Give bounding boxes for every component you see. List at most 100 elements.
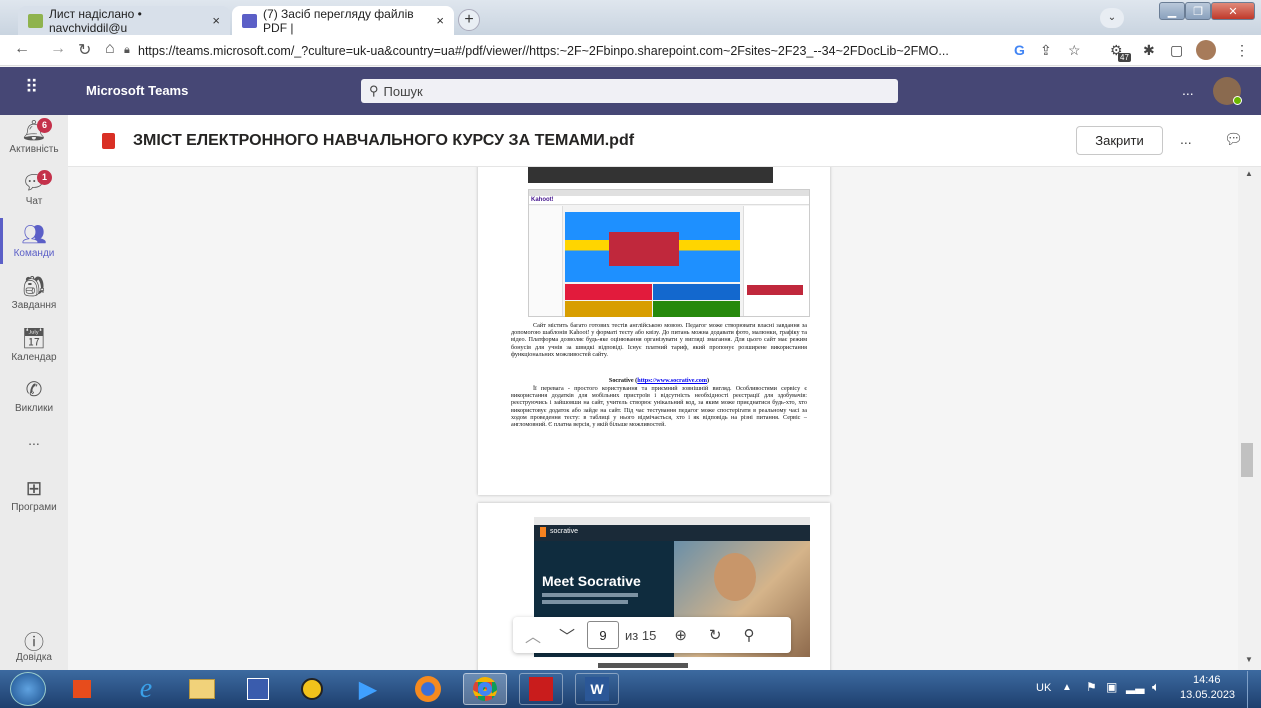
- window-close-button[interactable]: ✕: [1211, 2, 1255, 20]
- teams-favicon-icon: [242, 13, 258, 28]
- bell-icon: 🔔︎: [21, 120, 47, 142]
- conversation-icon[interactable]: 💬︎: [1224, 130, 1243, 148]
- presence-available-icon: [1233, 96, 1242, 105]
- pdf-viewer[interactable]: Kahoot! Сайт містить багато готових тест…: [68, 167, 1238, 670]
- google-translate-icon[interactable]: G: [1014, 42, 1025, 58]
- calendar-icon: 📅︎: [21, 328, 47, 350]
- sidebar-item-teams[interactable]: 👥︎ Команди: [0, 222, 68, 259]
- pdf-page: Kahoot! Сайт містить багато готових тест…: [478, 167, 830, 495]
- pdf-file-icon: [102, 133, 115, 149]
- socrative-paragraph: Її перевага - простого користування та п…: [511, 385, 807, 429]
- forward-icon[interactable]: →: [50, 40, 66, 58]
- scroll-up-icon[interactable]: ▲: [1245, 169, 1253, 178]
- sidebar-item-more[interactable]: ...: [0, 432, 68, 448]
- lock-icon: 🔒︎: [124, 44, 130, 56]
- back-icon[interactable]: ←: [14, 40, 30, 58]
- sidebar-item-activity[interactable]: 🔔︎ 6 Активність: [0, 118, 68, 155]
- socrative-hero-title: Meet Socrative: [542, 573, 641, 589]
- show-desktop-button[interactable]: [1247, 671, 1261, 708]
- url-text[interactable]: https://teams.microsoft.com/_?culture=uk…: [138, 44, 998, 58]
- socrative-heading: Socrative (https://www.socrative.com): [511, 377, 807, 384]
- extension-badge: 47: [1118, 53, 1131, 62]
- document-more-icon[interactable]: ...: [1180, 131, 1192, 147]
- minimize-button[interactable]: ▁: [1159, 2, 1185, 20]
- network-icon[interactable]: ▂▃: [1126, 680, 1144, 694]
- reload-icon[interactable]: ↻: [78, 40, 91, 60]
- taskbar-word-icon[interactable]: W: [575, 673, 619, 705]
- taskbar-firefox-icon[interactable]: [406, 673, 450, 705]
- taskbar-ie-icon[interactable]: e: [124, 673, 168, 705]
- search-placeholder: Пошук: [383, 83, 423, 99]
- show-hidden-icons-icon[interactable]: ▲: [1062, 682, 1072, 693]
- sidebar-item-label: Виклики: [14, 403, 54, 414]
- sidebar-item-label: Чат: [25, 196, 43, 207]
- new-tab-button[interactable]: +: [458, 9, 480, 31]
- page-count: из 15: [625, 627, 657, 643]
- tab-label: Лист надіслано • navchviddil@u: [48, 6, 142, 35]
- kahoot-paragraph: Сайт містить багато готових тестів англі…: [511, 322, 807, 358]
- side-panel-icon[interactable]: ▢: [1170, 42, 1183, 59]
- close-tab-icon[interactable]: ×: [212, 13, 220, 28]
- sidebar-item-assignments[interactable]: 🎒︎ Завдання: [0, 274, 68, 311]
- taskbar-acrobat-icon[interactable]: [519, 673, 563, 705]
- sidebar-item-label: Програми: [11, 502, 57, 513]
- maximize-button[interactable]: ❐: [1185, 2, 1211, 20]
- search-document-icon[interactable]: ⚲: [743, 626, 754, 644]
- sidebar-item-calls[interactable]: ✆ Виклики: [0, 377, 68, 414]
- next-page-icon[interactable]: ﹀: [559, 623, 575, 647]
- sidebar-item-label: Активність: [9, 144, 59, 155]
- extensions-puzzle-icon[interactable]: ✱: [1143, 42, 1155, 59]
- sidebar-item-label: Календар: [11, 352, 57, 363]
- browser-tab-teams[interactable]: (7) Засіб перегляду файлів PDF | ×: [232, 6, 454, 35]
- scroll-down-icon[interactable]: ▼: [1245, 655, 1253, 664]
- rotate-icon[interactable]: ↻: [709, 626, 722, 644]
- bookmark-star-icon[interactable]: ☆: [1068, 42, 1081, 59]
- clock-date[interactable]: 13.05.2023: [1180, 689, 1235, 701]
- kahoot-screenshot-image: Kahoot!: [528, 189, 810, 317]
- page-number-input[interactable]: 9: [587, 621, 620, 649]
- sidebar-item-help[interactable]: ⓘ Довідка: [0, 626, 68, 663]
- more-options-icon[interactable]: ...: [1182, 82, 1194, 98]
- sidebar-item-apps[interactable]: ⊞ Програми: [0, 476, 68, 513]
- scrollbar-thumb[interactable]: [1241, 443, 1253, 477]
- language-indicator[interactable]: UK: [1036, 682, 1051, 694]
- screenshot-image: [528, 167, 773, 183]
- close-document-button[interactable]: Закрити: [1076, 126, 1163, 155]
- app-launcher-icon[interactable]: ⠿: [25, 77, 38, 98]
- help-icon: ⓘ: [24, 632, 44, 654]
- browser-tab-mail[interactable]: Лист надіслано • navchviddil@u ×: [18, 6, 230, 35]
- home-icon[interactable]: ⌂: [105, 40, 115, 58]
- browser-menu-icon[interactable]: ⋮: [1235, 42, 1249, 59]
- sidebar-item-calendar[interactable]: 📅︎ Календар: [0, 326, 68, 363]
- zoom-in-icon[interactable]: ⊕: [674, 626, 687, 644]
- socrative-heading-end: ): [707, 377, 710, 384]
- taskbar-chrome-icon[interactable]: [463, 673, 507, 705]
- apps-icon: ⊞: [25, 478, 43, 500]
- power-icon[interactable]: ▣: [1106, 680, 1117, 694]
- share-icon[interactable]: ⇪: [1040, 42, 1052, 59]
- clock-time[interactable]: 14:46: [1193, 674, 1221, 686]
- more-apps-icon: ...: [28, 432, 40, 448]
- sidebar-item-chat[interactable]: 💬︎ 1 Чат: [0, 170, 68, 207]
- close-tab-icon[interactable]: ×: [436, 13, 444, 28]
- search-icon: ⚲: [369, 83, 379, 98]
- taskbar-office-icon[interactable]: [60, 673, 104, 705]
- taskbar-media-player-icon[interactable]: ▶: [346, 673, 390, 705]
- taskbar-app-icon[interactable]: [290, 673, 334, 705]
- teams-icon: 👥︎: [21, 224, 47, 246]
- volume-icon[interactable]: 🔈︎: [1152, 679, 1160, 695]
- vertical-scrollbar[interactable]: ▲ ▼: [1238, 167, 1261, 670]
- socrative-brand: socrative: [550, 528, 579, 535]
- taskbar-save-icon[interactable]: [236, 673, 280, 705]
- profile-avatar-icon[interactable]: [1196, 40, 1216, 60]
- socrative-link[interactable]: https://www.socrative.com: [637, 377, 707, 384]
- tab-search-chevron-icon[interactable]: ⌄: [1100, 8, 1124, 28]
- action-center-flag-icon[interactable]: ⚑: [1086, 680, 1097, 694]
- search-input[interactable]: ⚲ Пошук: [361, 79, 898, 103]
- document-title: ЗМІСТ ЕЛЕКТРОННОГО НАВЧАЛЬНОГО КУРСУ ЗА …: [133, 132, 635, 149]
- sidebar-item-label: Команди: [13, 248, 55, 259]
- taskbar-explorer-icon[interactable]: [180, 673, 224, 705]
- chat-icon: 💬︎: [21, 172, 47, 194]
- start-button[interactable]: [10, 672, 46, 706]
- previous-page-icon[interactable]: ︿: [525, 623, 541, 647]
